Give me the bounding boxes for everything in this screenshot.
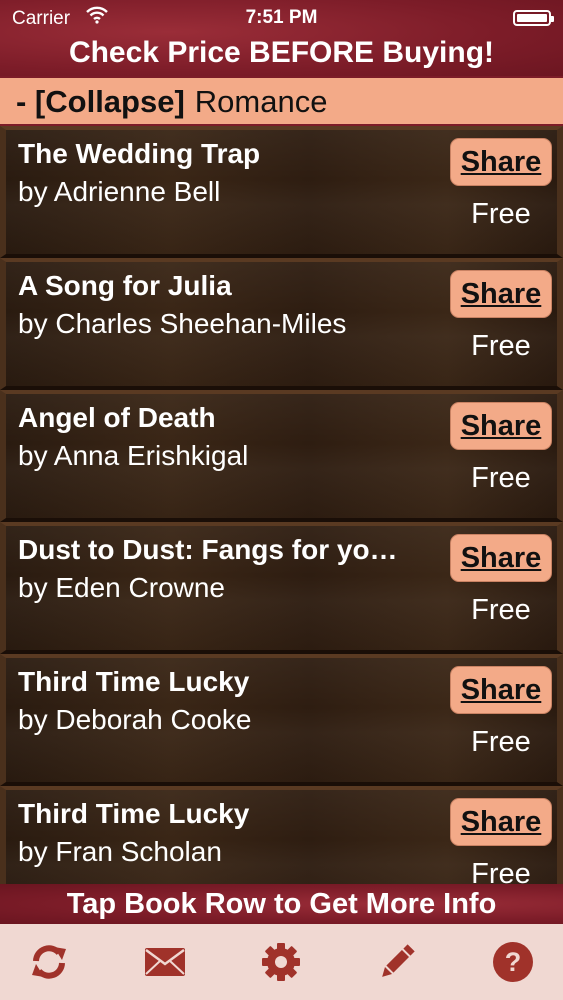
top-banner: Carrier 7:51 PM Check Price BEFORE Buyin… bbox=[0, 0, 563, 80]
share-button[interactable]: Share bbox=[450, 666, 552, 714]
share-button[interactable]: Share bbox=[450, 270, 552, 318]
bottom-toolbar: ? bbox=[0, 924, 563, 1000]
svg-text:?: ? bbox=[505, 947, 522, 977]
help-icon[interactable]: ? bbox=[491, 940, 535, 984]
book-row[interactable]: A Song for Julia by Charles Sheehan-Mile… bbox=[0, 258, 563, 390]
battery-icon bbox=[513, 10, 554, 26]
book-author: by Charles Sheehan-Miles bbox=[18, 308, 347, 339]
edit-icon[interactable] bbox=[375, 940, 419, 984]
book-title: A Song for Julia bbox=[18, 270, 232, 301]
book-title: The Wedding Trap bbox=[18, 138, 261, 169]
book-title: Third Time Lucky bbox=[18, 666, 250, 697]
book-price: Free bbox=[471, 462, 531, 494]
book-list[interactable]: The Wedding Trap by Adrienne Bell Share … bbox=[0, 126, 563, 884]
mail-icon[interactable] bbox=[143, 940, 187, 984]
book-price: Free bbox=[471, 858, 531, 884]
book-price: Free bbox=[471, 198, 531, 230]
book-author: by Eden Crowne bbox=[18, 572, 226, 603]
book-author: by Adrienne Bell bbox=[18, 176, 221, 207]
share-button[interactable]: Share bbox=[450, 402, 552, 450]
share-button[interactable]: Share bbox=[450, 534, 552, 582]
book-author: by Deborah Cooke bbox=[18, 704, 252, 735]
book-row[interactable]: Third Time Lucky by Deborah Cooke Share … bbox=[0, 654, 563, 786]
book-price: Free bbox=[471, 726, 531, 758]
book-price: Free bbox=[471, 330, 531, 362]
section-name: Romance bbox=[194, 84, 328, 119]
refresh-icon[interactable] bbox=[27, 940, 71, 984]
status-time: 7:51 PM bbox=[245, 7, 318, 28]
header-title: Check Price BEFORE Buying! bbox=[68, 36, 495, 69]
book-row[interactable]: Dust to Dust: Fangs for yo… by Eden Crow… bbox=[0, 522, 563, 654]
book-row[interactable]: Angel of Death by Anna Erishkigal Share … bbox=[0, 390, 563, 522]
status-bar: Carrier 7:51 PM bbox=[0, 0, 563, 36]
section-header[interactable]: - [Collapse] Romance bbox=[0, 76, 563, 126]
share-button[interactable]: Share bbox=[450, 138, 552, 186]
share-button[interactable]: Share bbox=[450, 798, 552, 846]
book-price: Free bbox=[471, 594, 531, 626]
footer-hint: Tap Book Row to Get More Info bbox=[0, 884, 563, 924]
book-row[interactable]: Third Time Lucky by Fran Scholan Share F… bbox=[0, 786, 563, 884]
book-row[interactable]: The Wedding Trap by Adrienne Bell Share … bbox=[0, 126, 563, 258]
book-title: Angel of Death bbox=[18, 402, 216, 433]
book-title: Dust to Dust: Fangs for yo… bbox=[18, 534, 398, 565]
collapse-toggle[interactable]: - [Collapse] bbox=[16, 84, 185, 119]
book-author: by Fran Scholan bbox=[18, 836, 222, 867]
book-title: Third Time Lucky bbox=[18, 798, 250, 829]
book-author: by Anna Erishkigal bbox=[18, 440, 249, 471]
settings-icon[interactable] bbox=[259, 940, 303, 984]
